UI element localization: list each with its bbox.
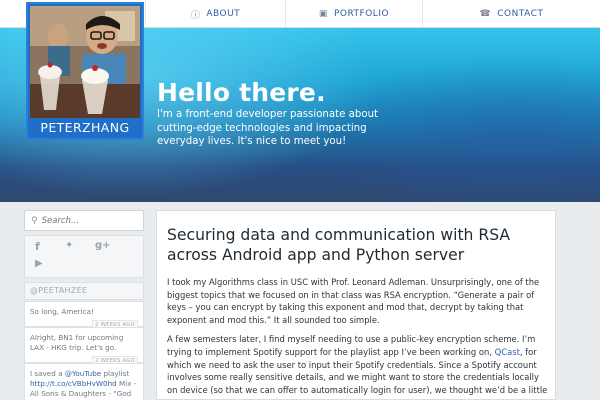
tweet-url-link[interactable]: http://t.co/cVBbHvW0hd <box>30 379 117 388</box>
twitter-icon[interactable]: ✦ <box>65 240 73 251</box>
tweet-item: So long, America! 2 WEEKS AGO <box>24 301 144 330</box>
nav-portfolio-label: PORTFOLIO <box>333 9 390 19</box>
nav-about-link[interactable]: ⓘ ABOUT <box>145 0 285 28</box>
sidebar: ⚲ f ✦ g+ ▶ @PEETAHZEE So long, America! … <box>24 210 144 400</box>
profile-name: PETERZHANG <box>40 120 130 135</box>
profile-card[interactable]: PETERZHANG <box>26 2 144 140</box>
post-title[interactable]: Securing data and communication with RSA… <box>167 226 517 265</box>
briefcase-icon: ▣ <box>318 9 328 19</box>
post-text: A few semesters later, I find myself nee… <box>167 334 536 357</box>
profile-photo <box>30 6 140 118</box>
google-plus-icon[interactable]: g+ <box>95 240 111 251</box>
nav-portfolio-link[interactable]: ▣ PORTFOLIO <box>285 0 422 28</box>
social-links: f ✦ g+ ▶ <box>24 235 144 278</box>
blog-post: Securing data and communication with RSA… <box>156 210 556 400</box>
post-body: I took my Algorithms class in USC with P… <box>167 276 551 399</box>
tweet-text: So long, America! <box>30 307 94 316</box>
twitter-handle[interactable]: @PEETAHZEE <box>24 282 144 300</box>
tweet-item: I saved a @YouTube playlist http://t.co/… <box>24 363 144 400</box>
tweet-mention-link[interactable]: @YouTube <box>65 369 101 378</box>
tweet-text: Alright, BN1 for upcoming LAX - HKG trip… <box>30 333 124 352</box>
post-paragraph: A few semesters later, I find myself nee… <box>167 333 551 396</box>
info-circle-icon: ⓘ <box>190 10 201 21</box>
tweet-text-mid: playlist <box>101 369 130 378</box>
profile-photo-illustration <box>30 6 140 118</box>
nav-about-label: ABOUT <box>206 9 241 19</box>
phone-icon: ☎ <box>479 9 492 19</box>
post-paragraph: I took my Algorithms class in USC with P… <box>167 277 540 325</box>
tweet-item: Alright, BN1 for upcoming LAX - HKG trip… <box>24 327 144 366</box>
hero-greeting: Hello there. <box>157 78 326 107</box>
tweet-text-pre: I saved a <box>30 369 65 378</box>
search-icon: ⚲ <box>31 215 38 226</box>
search-box[interactable]: ⚲ <box>24 210 144 231</box>
qcast-link[interactable]: QCast <box>495 347 520 357</box>
hero-intro: I'm a front-end developer passionate abo… <box>157 109 379 147</box>
nav-contact-label: CONTACT <box>497 9 544 19</box>
youtube-icon[interactable]: ▶ <box>35 258 43 269</box>
facebook-icon[interactable]: f <box>35 240 40 253</box>
search-input[interactable] <box>41 215 137 226</box>
nav-contact-link[interactable]: ☎ CONTACT <box>422 0 600 28</box>
